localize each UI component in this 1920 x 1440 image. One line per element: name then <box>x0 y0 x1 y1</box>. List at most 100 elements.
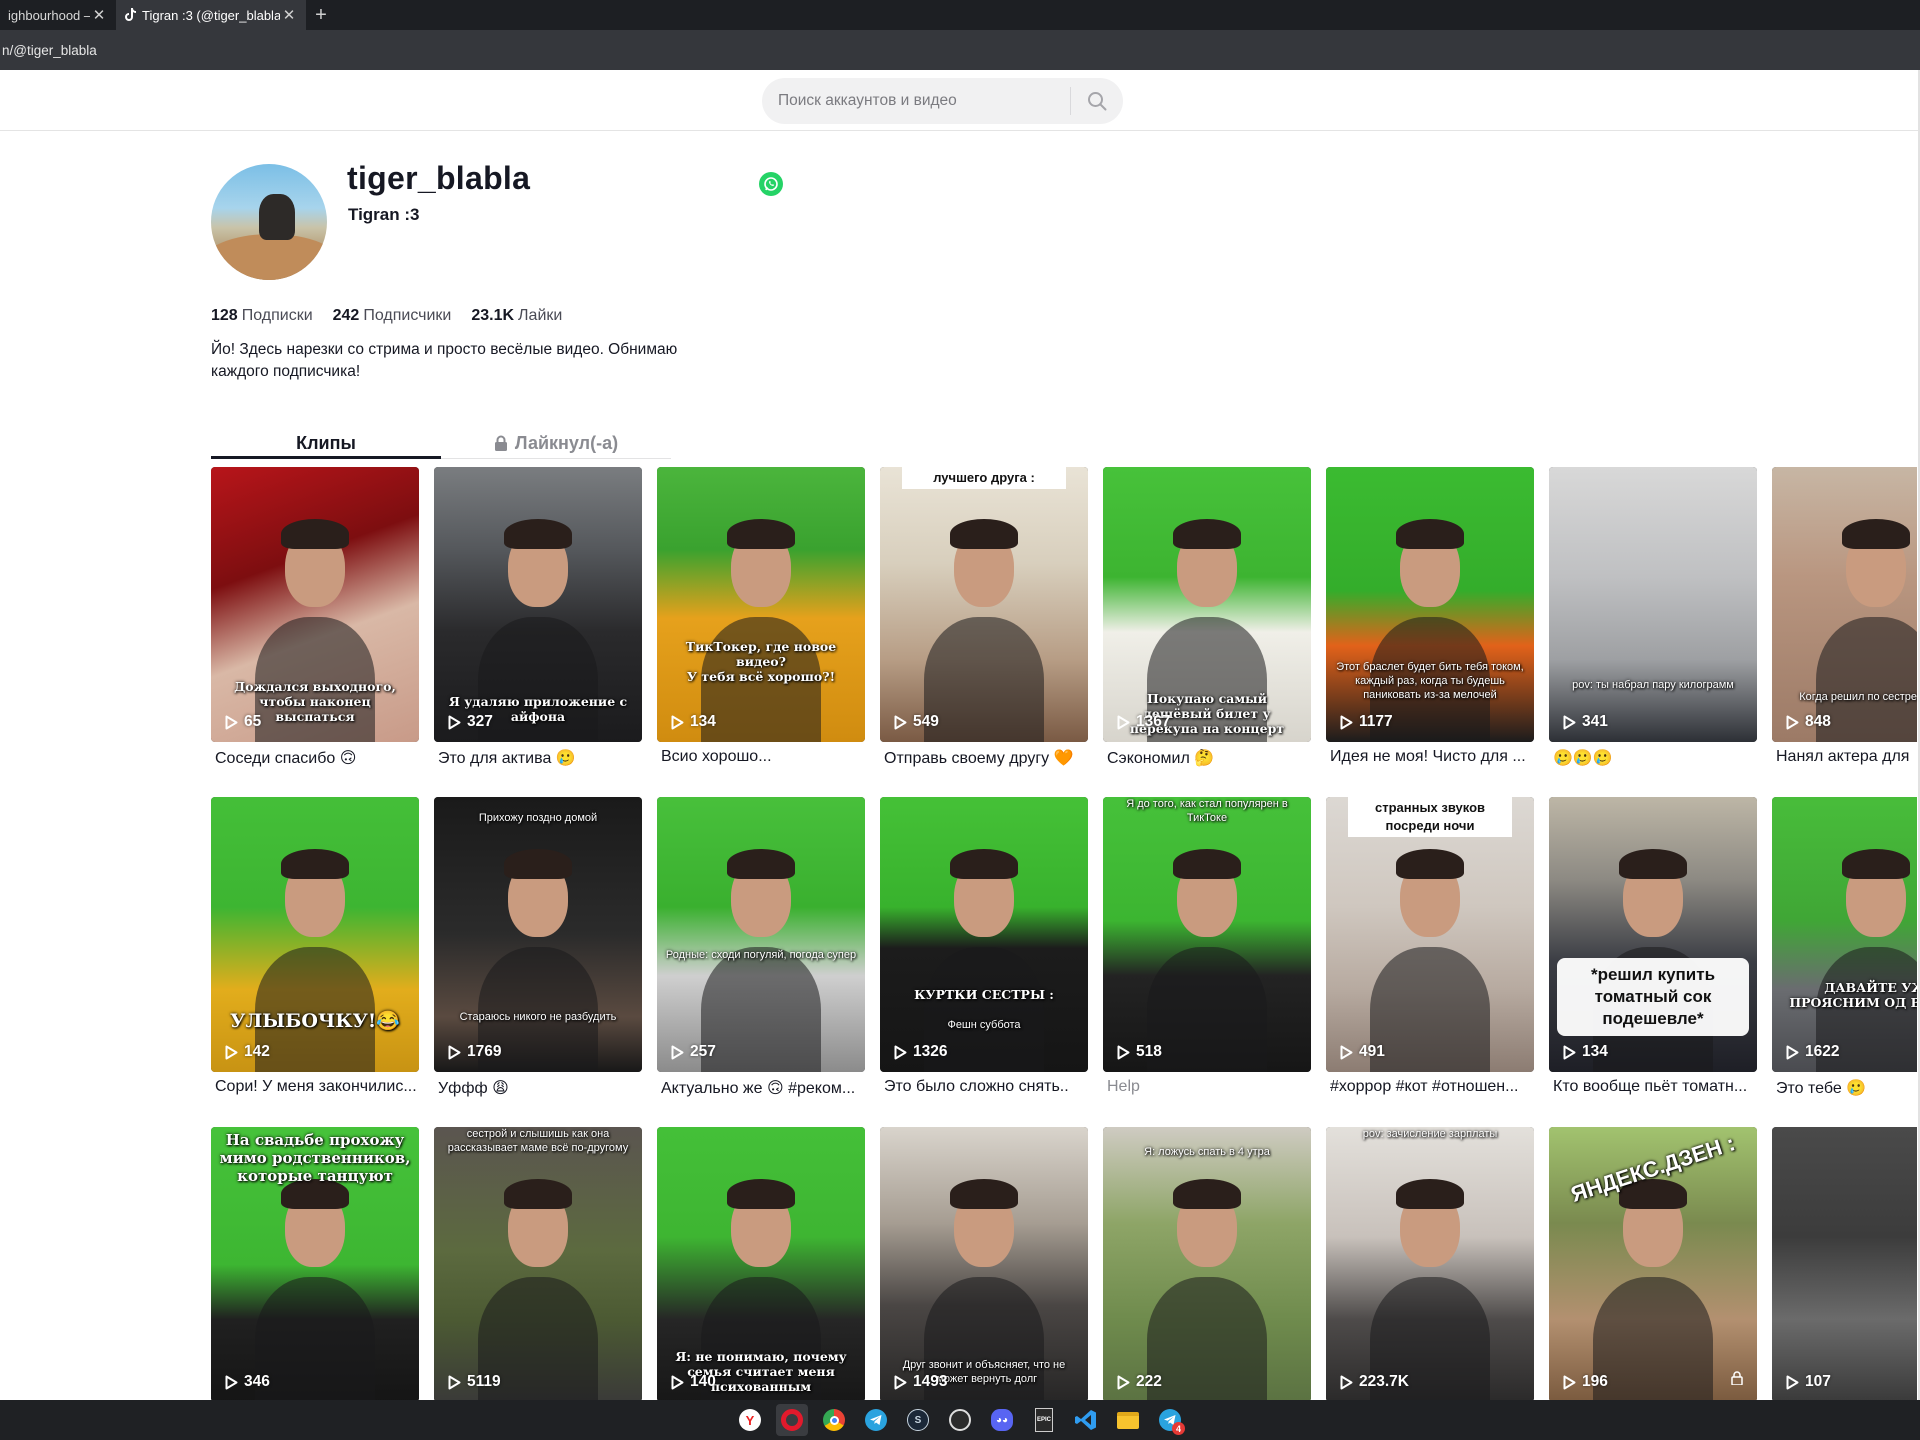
video-card[interactable]: Я: ложусь спать в 4 утра 222 <box>1103 1127 1311 1400</box>
address-text[interactable]: n/@tiger_blabla <box>2 43 97 58</box>
video-card[interactable]: КУРТКИ СЕСТРЫ : Фешн суббота 1326 Это было … <box>880 797 1088 1098</box>
video-thumbnail[interactable]: ЯНДЕКС.ДЗЕН :196 <box>1549 1127 1757 1400</box>
steam-icon[interactable]: S <box>902 1404 934 1436</box>
discord-icon[interactable]: ◕◕ <box>986 1404 1018 1436</box>
video-thumbnail[interactable]: Я: не понимаю, почему семья считает меня… <box>657 1127 865 1400</box>
video-caption[interactable]: Уффф 😩 <box>434 1078 642 1098</box>
video-caption[interactable]: Нанял актера для <box>1772 748 1917 768</box>
video-card[interactable]: ТикТокер, где новое видео? У тебя всё хо… <box>657 467 865 768</box>
video-thumbnail[interactable]: Родные: сходи погуляй, погода супер 257 <box>657 797 865 1072</box>
obs-icon[interactable] <box>944 1404 976 1436</box>
tab-clips[interactable]: Клипы <box>211 426 441 460</box>
video-thumbnail[interactable]: Покупаю самый дешёвый билет у перекупа н… <box>1103 467 1311 742</box>
video-caption[interactable]: Актуально же 🙃 #реком... <box>657 1078 865 1098</box>
video-caption[interactable]: 🥲🥲🥲 <box>1549 748 1757 768</box>
video-thumbnail[interactable]: Когда решил по сестре с убор 848 <box>1772 467 1917 742</box>
person-silhouette <box>701 947 821 1072</box>
video-thumbnail[interactable]: 107 <box>1772 1127 1917 1400</box>
person-hair <box>1396 519 1464 549</box>
video-thumbnail[interactable]: pov: зачисление зарплаты 223.7K <box>1326 1127 1534 1400</box>
video-thumbnail[interactable]: КУРТКИ СЕСТРЫ : Фешн суббота 1326 <box>880 797 1088 1072</box>
video-caption[interactable]: Идея не моя! Чисто для ... <box>1326 748 1534 768</box>
video-card[interactable]: УЛЫБОЧКУ!😂 142 Сори! У меня закончилис... <box>211 797 419 1098</box>
video-card[interactable]: *решил купить томатный сок подешевле* 134… <box>1549 797 1757 1098</box>
video-thumbnail[interactable]: Я: ложусь спать в 4 утра 222 <box>1103 1127 1311 1400</box>
video-thumbnail[interactable]: ТикТокер, где новое видео? У тебя всё хо… <box>657 467 865 742</box>
video-card[interactable]: Покупаю самый дешёвый билет у перекупа н… <box>1103 467 1311 768</box>
video-card[interactable]: Дождался выходного, чтобы наконец выспат… <box>211 467 419 768</box>
video-card[interactable]: 107 <box>1772 1127 1917 1400</box>
video-thumbnail[interactable]: Я удаляю приложение с айфона 327 <box>434 467 642 742</box>
video-thumbnail[interactable]: pov: ты набрал пару килограмм 341 <box>1549 467 1757 742</box>
new-tab-button[interactable]: + <box>306 0 336 30</box>
video-card[interactable]: На свадьбе прохожу мимо родственников, к… <box>211 1127 419 1400</box>
close-icon[interactable]: ✕ <box>90 6 108 24</box>
video-thumbnail[interactable]: лучшего друга : 549 <box>880 467 1088 742</box>
whatsapp-share-icon[interactable] <box>759 172 783 196</box>
person-hair <box>950 519 1018 549</box>
yandex-icon[interactable]: Y <box>734 1404 766 1436</box>
video-card[interactable]: ЯНДЕКС.ДЗЕН :196 <box>1549 1127 1757 1400</box>
video-thumbnail[interactable]: На свадьбе прохожу мимо родственников, к… <box>211 1127 419 1400</box>
video-caption[interactable]: Это для актива 🥲 <box>434 748 642 768</box>
view-count-value: 327 <box>467 713 493 730</box>
video-card[interactable]: pov: ты набрал пару килограмм 341 🥲🥲🥲 <box>1549 467 1757 768</box>
video-caption[interactable]: #хоррор #кот #отношен... <box>1326 1078 1534 1098</box>
video-card[interactable]: сестрой и слышишь как она рассказывает м… <box>434 1127 642 1400</box>
video-caption[interactable]: Сэкономил 🤔 <box>1103 748 1311 768</box>
video-overlay-text: Когда решил по сестре с убор <box>1799 691 1917 703</box>
chrome-icon[interactable] <box>818 1404 850 1436</box>
video-thumbnail[interactable]: Этот браслет будет бить тебя током, кажд… <box>1326 467 1534 742</box>
video-thumbnail[interactable]: Прихожу поздно домой Стараюсь никого не р… <box>434 797 642 1072</box>
video-caption[interactable]: Это тебе 🥲 <box>1772 1078 1917 1098</box>
video-card[interactable]: Я: не понимаю, почему семья считает меня… <box>657 1127 865 1400</box>
video-card[interactable]: Я удаляю приложение с айфона 327 Это для а… <box>434 467 642 768</box>
tab-title: ighbourhood — <box>8 7 90 23</box>
video-caption[interactable]: Это было сложно снять.. <box>880 1078 1088 1098</box>
profile-bio: Йо! Здесь нарезки со стрима и просто вес… <box>211 339 731 383</box>
video-thumbnail[interactable]: ДАВАЙТЕ УЖ ПРОЯСНИМ ОД ВЕЩЬ! 1622 <box>1772 797 1917 1072</box>
telegram-icon[interactable] <box>860 1404 892 1436</box>
video-thumbnail[interactable]: странных звуков посреди ночи 491 <box>1326 797 1534 1072</box>
epic-games-icon[interactable]: EPIC <box>1028 1404 1060 1436</box>
close-icon[interactable]: ✕ <box>280 6 298 24</box>
video-thumbnail[interactable]: Я до того, как стал популярен в ТикТоке 5… <box>1103 797 1311 1072</box>
video-card[interactable]: Этот браслет будет бить тебя током, кажд… <box>1326 467 1534 768</box>
video-thumbnail[interactable]: *решил купить томатный сок подешевле* 134 <box>1549 797 1757 1072</box>
file-explorer-icon[interactable] <box>1112 1404 1144 1436</box>
video-thumbnail[interactable]: УЛЫБОЧКУ!😂 142 <box>211 797 419 1072</box>
video-card[interactable]: лучшего друга : 549 Отправь своему другу 🧡 <box>880 467 1088 768</box>
video-card[interactable]: pov: зачисление зарплаты 223.7K <box>1326 1127 1534 1400</box>
followers-count[interactable]: 242 Подписчики <box>333 307 452 325</box>
play-icon <box>1117 715 1130 729</box>
video-card[interactable]: Прихожу поздно домой Стараюсь никого не р… <box>434 797 642 1098</box>
video-caption[interactable]: Кто вообще пьёт томатн... <box>1549 1078 1757 1098</box>
search-input[interactable] <box>762 78 1070 124</box>
vscode-icon[interactable] <box>1070 1404 1102 1436</box>
opera-icon[interactable] <box>776 1404 808 1436</box>
following-count[interactable]: 128 Подписки <box>211 307 313 325</box>
person-silhouette <box>924 617 1044 742</box>
video-thumbnail[interactable]: Дождался выходного, чтобы наконец выспат… <box>211 467 419 742</box>
video-caption[interactable]: Соседи спасибо 🙃 <box>211 748 419 768</box>
video-card[interactable]: Когда решил по сестре с убор 848 Нанял акт… <box>1772 467 1917 768</box>
video-caption[interactable]: Help <box>1103 1078 1311 1098</box>
browser-tab-active[interactable]: Tigran :3 (@tiger_blabla) Ti ✕ <box>116 0 306 30</box>
video-caption[interactable]: Всио хорошо... <box>657 748 865 768</box>
video-card[interactable]: Родные: сходи погуляй, погода супер 257 Ак… <box>657 797 865 1098</box>
video-card[interactable]: ДАВАЙТЕ УЖ ПРОЯСНИМ ОД ВЕЩЬ! 1622 Это тебе… <box>1772 797 1917 1098</box>
video-thumbnail[interactable]: Друг звонит и объясняет, что не сможет в… <box>880 1127 1088 1400</box>
video-card[interactable]: Друг звонит и объясняет, что не сможет в… <box>880 1127 1088 1400</box>
person-silhouette <box>1370 947 1490 1072</box>
video-caption[interactable]: Сори! У меня закончилис... <box>211 1078 419 1098</box>
video-card[interactable]: странных звуков посреди ночи 491 #хоррор #… <box>1326 797 1534 1098</box>
tab-liked[interactable]: Лайкнул(-а) <box>441 426 671 460</box>
address-bar[interactable]: n/@tiger_blabla <box>0 30 1920 70</box>
video-caption[interactable]: Отправь своему другу 🧡 <box>880 748 1088 768</box>
video-card[interactable]: Я до того, как стал популярен в ТикТоке 5… <box>1103 797 1311 1098</box>
view-count: 134 <box>1563 1043 1608 1061</box>
search-button[interactable] <box>1071 78 1123 124</box>
telegram-alt-icon[interactable]: 4 <box>1154 1404 1186 1436</box>
video-thumbnail[interactable]: сестрой и слышишь как она рассказывает м… <box>434 1127 642 1400</box>
browser-tab[interactable]: ighbourhood — ✕ <box>0 0 116 30</box>
